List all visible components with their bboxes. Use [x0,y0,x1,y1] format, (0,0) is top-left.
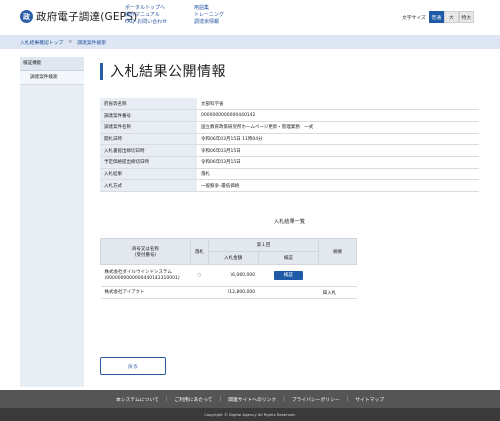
info-row: 調達案件名称 国立教育政策研究所ホームページ更新・管理業務 一式 [100,121,479,134]
site-logo[interactable]: 政 政府電子調達(GEPS) [20,9,137,24]
font-size-xlarge-button[interactable]: 特大 [458,11,474,23]
footer-divider: | [283,396,285,402]
sidebar: 検証機能 調達案件検索 [20,57,84,387]
breadcrumb-item-top[interactable]: 入札結果確認トップ [20,39,63,46]
col-round-header: 第１回 [207,238,320,252]
footer-link-privacy[interactable]: プライバシーポリシー [292,396,340,403]
info-row: 予定価格提出締切日時 令和06年03月15日 [100,156,479,169]
info-label: 予定価格提出締切日時 [100,156,197,169]
procurement-info-link[interactable]: 調達余情報 [194,19,224,26]
info-label: 調達案件名称 [100,121,197,134]
footer-link-about[interactable]: 本システムについて [116,396,159,403]
font-size-large-button[interactable]: 大 [443,11,459,23]
col-amount-header: 入札金額 [207,251,259,265]
breadcrumb-bar: 入札結果確認トップ > 調達案件検索 [0,35,500,49]
info-value: 0000000000000440142 [197,109,479,122]
manual-link[interactable]: 操作マニュアル [125,12,167,19]
header: 政 政府電子調達(GEPS) ポータルトップへ 操作マニュアル FAQ･お問い合… [0,0,500,33]
col-award-header: 落札 [189,238,209,265]
verify-button[interactable]: 検証 [273,271,303,280]
company-number: (0000000000000440142310001) [104,275,180,281]
verify-cell: 検証 [258,264,319,287]
info-value: 一般競争･最低価格 [197,179,479,192]
copyright: Copyright © Digital Agency All Rights Re… [0,408,500,421]
page-title-text: 入札結果公開情報 [110,64,226,80]
info-value: 国立教育政策研究所ホームページ更新・管理業務 一式 [197,121,479,134]
col-remarks-header: 摘要 [318,238,357,265]
info-label: 入札方式 [100,179,197,192]
title-accent-bar [100,62,103,80]
info-row: 入札方式 一般競争･最低価格 [100,179,479,192]
portal-top-link[interactable]: ポータルトップへ [125,5,167,12]
info-label: 開札日時 [100,133,197,146]
table-row: 株式会社ダイルウインドシステム (00000000000004401423100… [100,264,357,287]
page-title: 入札結果公開情報 [100,61,226,81]
font-size-normal-button[interactable]: 普通 [428,11,444,23]
footer-divider: | [346,396,349,402]
info-row: 府省等名称 文部科学省 [100,98,479,111]
glossary-link[interactable]: 用語集 [194,5,224,12]
faq-link[interactable]: FAQ･お問い合わせ [125,19,167,26]
results-table: 商号又は名称 (受付番号) 落札 第１回 摘要 入札金額 検証 株式会社ダイルウ… [100,238,357,299]
info-row: 入札結果 落札 [100,168,479,181]
award-cell: ○ [190,264,209,287]
company-cell: 株式会社ダイルウインドシステム (00000000000004401423100… [100,264,191,287]
case-info-table: 府省等名称 文部科学省 調達案件番号 0000000000000440142 調達案件名… [100,98,479,192]
footer-link-related[interactable]: 関連サイトへのリンク [228,396,276,403]
font-size-switcher: 文字サイズ 普通 大 特大 [402,11,474,23]
col-verify-header: 検証 [257,251,320,265]
footer-nav: 本システムについて | ご利用にあたって | 関連サイトへのリンク | プライバ… [0,390,500,408]
remarks-cell [318,264,357,287]
header-links-secondary: 用語集 トレーニング 調達余情報 [194,5,224,26]
info-label: 府省等名称 [100,98,197,111]
verify-cell [258,286,319,299]
info-label: 調達案件番号 [100,109,197,122]
sidebar-item-case-search[interactable]: 調達案件検索 [20,71,84,85]
amount-cell: \12,800,000 [208,286,259,299]
info-value: 文部科学省 [197,98,479,111]
info-row: 入札書提出締切日時 令和06年03月15日 [100,144,479,157]
footer-link-sitemap[interactable]: サイトマップ [355,396,384,403]
training-link[interactable]: トレーニング [194,12,224,19]
company-cell: 株式会社アイアクト [100,286,191,299]
info-value: 令和06年03月15日 [197,156,479,169]
remarks-cell: 辞入札 [318,286,357,299]
logo-text: 政府電子調達(GEPS) [36,11,138,23]
back-button[interactable]: 戻る [100,357,166,375]
col-company-header: 商号又は名称 (受付番号) [100,238,191,265]
info-row: 調達案件番号 0000000000000440142 [100,109,479,122]
info-label: 入札結果 [100,168,197,181]
footer-divider: | [165,396,168,402]
breadcrumb: 入札結果確認トップ > 調達案件検索 [20,39,106,46]
info-value: 令和06年03月15日 11時04分 [197,133,479,146]
logo-emblem-icon: 政 [20,10,33,23]
company-name: 株式会社アイアクト [104,289,145,295]
sidebar-heading: 検証機能 [20,57,84,71]
info-label: 入札書提出締切日時 [100,144,197,157]
info-value: 令和06年03月15日 [197,144,479,157]
chevron-right-icon: > [68,40,73,45]
info-row: 開札日時 令和06年03月15日 11時04分 [100,133,479,146]
header-links-primary: ポータルトップへ 操作マニュアル FAQ･お問い合わせ [125,5,167,26]
footer-divider: | [219,396,222,402]
results-title: 入札結果一覧 [273,219,306,225]
table-row: 株式会社アイアクト \12,800,000 辞入札 [100,286,357,299]
col-company-sublabel: (受付番号) [134,252,157,258]
info-value: 落札 [197,168,479,181]
font-size-label: 文字サイズ [402,15,426,21]
award-cell [190,286,209,299]
breadcrumb-item-search[interactable]: 調達案件検索 [77,39,106,46]
amount-cell: \6,060,000 [208,264,259,287]
footer-link-usage[interactable]: ご利用にあたって [174,396,212,403]
